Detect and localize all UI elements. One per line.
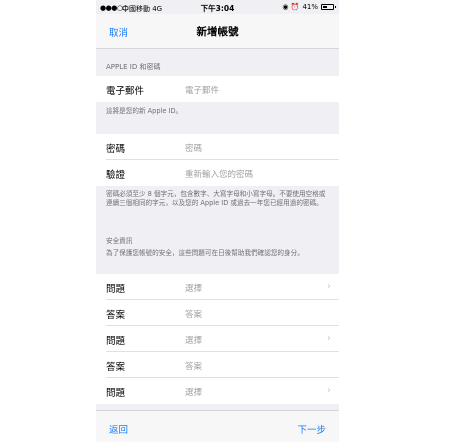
chevron-right-icon: › bbox=[327, 385, 331, 396]
security-question-row[interactable]: 問題 選擇 › bbox=[96, 274, 339, 300]
status-right: ◉ ⏰ 41% bbox=[282, 3, 336, 11]
question-select[interactable]: 選擇 bbox=[185, 386, 202, 398]
battery-percent: 41% bbox=[302, 3, 318, 11]
navigation-bar: 取消 新增帳號 bbox=[96, 14, 339, 49]
phone-screen: ●●●○○ 中國移動 4G 下午3:04 ◉ ⏰ 41% 取消 新增帳號 APP… bbox=[96, 0, 339, 442]
verify-row[interactable]: 驗證 重新輸入您的密碼 bbox=[96, 160, 339, 186]
security-info-title: 安全資訊 bbox=[106, 237, 133, 245]
password-input[interactable]: 密碼 bbox=[185, 142, 202, 154]
answer-input[interactable]: 答案 bbox=[185, 308, 202, 320]
verify-password-input[interactable]: 重新輸入您的密碼 bbox=[185, 168, 253, 180]
verify-label: 驗證 bbox=[106, 170, 126, 181]
question-select[interactable]: 選擇 bbox=[185, 282, 202, 294]
back-button[interactable]: 返回 bbox=[109, 422, 128, 436]
apple-id-section-header: APPLE ID 和密碼 bbox=[106, 63, 161, 71]
chevron-right-icon: › bbox=[327, 281, 331, 292]
chevron-right-icon: › bbox=[327, 333, 331, 344]
password-row[interactable]: 密碼 密碼 bbox=[96, 134, 339, 160]
security-answer-row[interactable]: 答案 答案 bbox=[96, 352, 339, 378]
answer-input[interactable]: 答案 bbox=[185, 360, 202, 372]
email-row[interactable]: 電子郵件 電子郵件 bbox=[96, 76, 339, 102]
question-label: 問題 bbox=[106, 336, 126, 347]
security-question-row[interactable]: 問題 選擇 › bbox=[96, 378, 339, 404]
password-requirements-note: 密碼必須至少 8 個字元，包含數字、大寫字母和小寫字母。不要使用空格或連續三個相… bbox=[106, 190, 326, 207]
bottom-toolbar: 返回 下一步 bbox=[96, 410, 339, 442]
security-info-description: 為了保護您帳號的安全，這些問題可在日後幫助我們確認您的身分。 bbox=[106, 249, 304, 257]
answer-label: 答案 bbox=[106, 310, 126, 321]
page-title: 新增帳號 bbox=[196, 26, 239, 38]
next-button[interactable]: 下一步 bbox=[297, 422, 326, 436]
location-alarm-icons: ◉ ⏰ bbox=[282, 3, 300, 11]
answer-label: 答案 bbox=[106, 362, 126, 373]
apple-id-note: 這將是您的新 Apple ID。 bbox=[106, 107, 183, 115]
status-bar: ●●●○○ 中國移動 4G 下午3:04 ◉ ⏰ 41% bbox=[96, 0, 339, 14]
battery-fill bbox=[323, 6, 327, 8]
question-label: 問題 bbox=[106, 284, 126, 295]
question-select[interactable]: 選擇 bbox=[185, 334, 202, 346]
email-input[interactable]: 電子郵件 bbox=[185, 84, 219, 96]
security-answer-row[interactable]: 答案 答案 bbox=[96, 300, 339, 326]
battery-icon bbox=[321, 4, 336, 10]
question-label: 問題 bbox=[106, 388, 126, 399]
security-question-row[interactable]: 問題 選擇 › bbox=[96, 326, 339, 352]
password-label: 密碼 bbox=[106, 144, 126, 155]
email-label: 電子郵件 bbox=[106, 86, 145, 97]
